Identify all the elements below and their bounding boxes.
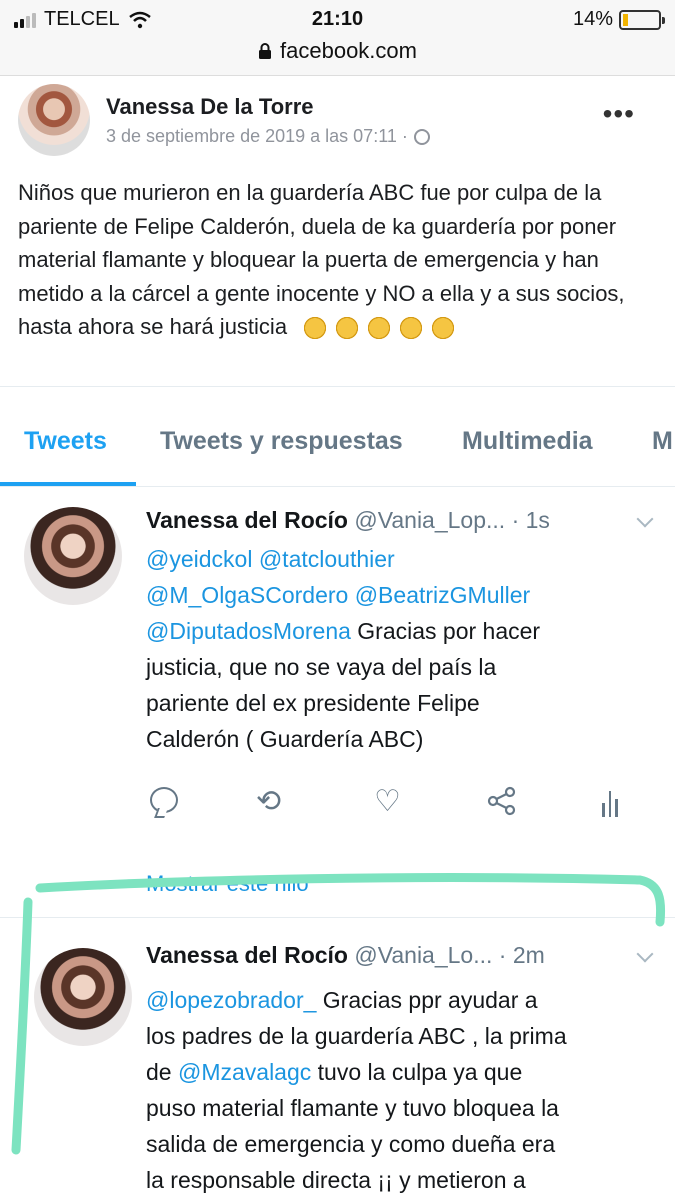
tweet-text-segment: Gracias ppr ayudar a [316,987,538,1013]
tweet-text-line: puso material flamante y tuvo bloquea la [146,1095,559,1121]
share-icon[interactable] [486,785,520,819]
tweet-author-name[interactable]: Vanessa del Rocío [146,942,348,968]
twitter-profile: Tweets Tweets y respuestas Multimedia M … [0,386,675,1200]
url-text: facebook.com [280,38,417,63]
tweet-text: @lopezobrador_ Gracias ppr ayudar a los … [146,982,656,1198]
tweet-text-segment: tuvo la culpa ya que [311,1059,523,1085]
avatar[interactable] [18,84,90,156]
tweet-handle-time[interactable]: @Vania_Lo... · 2m [354,942,544,968]
tweet-text-line: la responsable directa ¡¡ y metieron a [146,1167,526,1193]
tweet-text-line: los padres de la guardería ABC , la prim… [146,1023,567,1049]
tweet-text-line: justicia, que no se vaya del país la [146,654,497,680]
tweet-text-line: Calderón ( Guardería ABC) [146,726,424,752]
tab-tweets-replies[interactable]: Tweets y respuestas [160,427,403,456]
divider [0,917,675,918]
mention-link[interactable]: @DiputadosMorena [146,618,351,644]
more-options-icon[interactable]: ••• [603,98,635,130]
tweet-header: Vanessa del Rocío @Vania_Lop... · 1s [146,507,550,534]
tweet-text-line: salida de emergencia y como dueña era [146,1131,556,1157]
post-date[interactable]: 3 de septiembre de 2019 a las 07:11 · [106,126,408,147]
tweet-text-line: pariente del ex presidente Felipe [146,690,480,716]
analytics-icon[interactable] [602,787,636,817]
post-author[interactable]: Vanessa De la Torre [106,94,314,120]
tweet-text: @yeidckol @tatclouthier @M_OlgaSCordero … [146,541,656,757]
status-right: 14% [572,8,665,31]
post-meta: 3 de septiembre de 2019 a las 07:11 · [106,126,430,147]
show-thread-link[interactable]: Mostrar este hilo [146,871,309,893]
tweet-actions: ⟲ ♡ [146,785,626,825]
active-tab-indicator [0,482,136,486]
retweet-icon[interactable]: ⟲ [256,785,290,819]
browser-url-bar[interactable]: facebook.com [0,36,675,76]
like-icon[interactable]: ♡ [374,785,408,819]
mention-link[interactable]: @Mzavalagc [178,1059,311,1085]
tab-tweets[interactable]: Tweets [24,427,107,456]
status-bar: TELCEL 21:10 14% [0,0,675,36]
clapping-hands-icon [301,314,461,340]
reply-icon[interactable] [150,787,178,813]
chevron-down-icon[interactable] [636,945,654,963]
tweet-text-segment: Gracias por hacer [350,618,541,644]
mentions-line[interactable]: @M_OlgaSCordero @BeatrizGMuller [146,577,656,613]
globe-icon [413,128,430,145]
tweet-text-segment: de [146,1059,178,1085]
mentions-line[interactable]: @yeidckol @tatclouthier [146,541,656,577]
lock-icon [259,43,272,59]
battery-icon [619,9,665,30]
profile-tabs: Tweets Tweets y respuestas Multimedia M [0,387,675,487]
avatar[interactable] [34,948,132,1046]
tweet-author-name[interactable]: Vanessa del Rocío [146,507,348,533]
facebook-post: Vanessa De la Torre 3 de septiembre de 2… [0,76,675,386]
tweet-handle-time[interactable]: @Vania_Lop... · 1s [354,507,550,533]
battery-percent: 14% [572,8,613,30]
post-text: Niños que murieron en la guardería ABC f… [18,176,658,344]
tweet[interactable]: Vanessa del Rocío @Vania_Lo... · 2m @lop… [0,942,675,1200]
tweet[interactable]: Vanessa del Rocío @Vania_Lop... · 1s @ye… [0,507,675,893]
tab-more[interactable]: M [652,427,673,456]
mention-link[interactable]: @lopezobrador_ [146,987,316,1013]
tweet-header: Vanessa del Rocío @Vania_Lo... · 2m [146,942,545,969]
avatar[interactable] [24,507,122,605]
tab-multimedia[interactable]: Multimedia [462,427,593,456]
chevron-down-icon[interactable] [636,510,654,528]
